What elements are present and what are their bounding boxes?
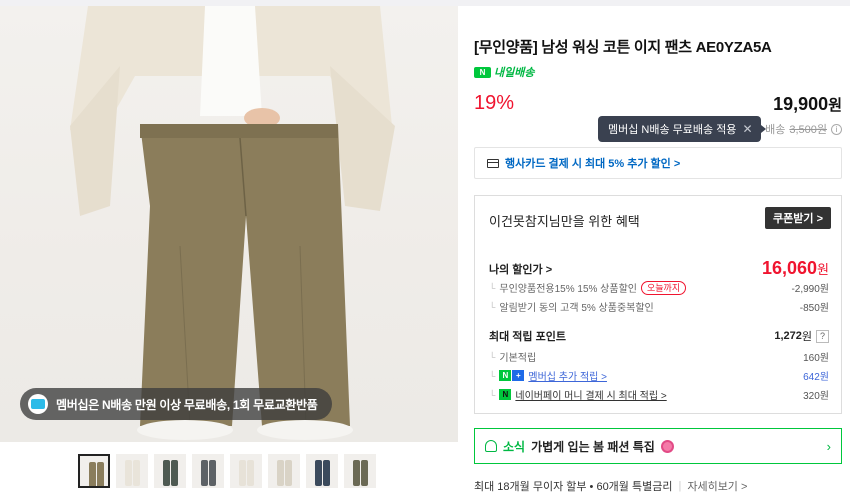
benefit-title: 이건못참지님만을 위한 혜택 (489, 214, 640, 229)
points-row: 최대 적립 포인트 1,272 원? (489, 328, 829, 344)
thumbnail-pants-shape (323, 460, 330, 486)
naverpay-points-link[interactable]: 네이버페이 머니 결제 시 최대 적립 > (515, 387, 666, 402)
thumbnail-strip (78, 454, 376, 488)
discount-row-label: 알림받기 동의 고객 5% 상품중복할인 (499, 303, 654, 314)
close-icon[interactable]: ✕ (742, 122, 752, 136)
my-discount-unit: 원 (817, 262, 829, 277)
discount-detail-row: 무인양품전용15% 15% 상품할인오늘까지 -2,990원 (489, 280, 829, 295)
membership-points-link[interactable]: 멤버십 추가 적립 > (528, 368, 607, 383)
thumbnail[interactable] (230, 454, 262, 488)
point-detail-row: 기본적립 160원 (489, 349, 829, 364)
thumbnail-pants-shape (209, 460, 216, 486)
thumbnail[interactable] (268, 454, 300, 488)
news-keyword: 소식 (503, 439, 526, 454)
thumbnail-pants-shape (133, 460, 140, 486)
shipping-prefix: 배송 (765, 124, 786, 136)
thumbnail-pants-shape (239, 460, 246, 486)
thumbnail-pants-shape (277, 460, 284, 486)
delivery-badge: N 내일배송 (474, 64, 534, 80)
bell-icon (485, 440, 497, 452)
thumbnail-pants-shape (163, 460, 170, 486)
points-value: 1,272 (774, 330, 802, 342)
my-discount-value: 16,060 (761, 258, 818, 278)
naver-pay-icon: N (499, 389, 512, 400)
points-label: 최대 적립 포인트 (489, 331, 566, 343)
installment-text: 최대 18개월 무이자 할부 • 60개월 특별금리 (474, 481, 673, 493)
card-banner-text: 행사카드 결제 시 최대 5% 추가 할인 > (505, 158, 681, 170)
help-icon[interactable]: ? (816, 329, 829, 343)
installment-details-link[interactable]: 자세히보기 > (687, 478, 747, 494)
price-unit: 원 (828, 97, 842, 114)
news-text: 가볍게 입는 봄 패션 특집 (531, 439, 655, 454)
shipping-fee: 배송 3,500원 i (765, 121, 842, 137)
my-discount-price: 16,060원 (762, 258, 829, 279)
discount-rate: 19% (474, 92, 515, 114)
point-row-label: 기본적립 (499, 353, 537, 364)
thumbnail-pants-shape (89, 462, 96, 486)
points-unit: 원 (801, 331, 812, 343)
point-row-value: 320원 (803, 391, 829, 402)
discount-row-value: -2,990원 (791, 284, 829, 295)
thumbnail[interactable] (154, 454, 186, 488)
thumbnail[interactable] (116, 454, 148, 488)
divider: | (678, 480, 682, 492)
flower-icon (660, 439, 674, 453)
thumbnail-pants-shape (353, 460, 360, 486)
thumbnail-pants-shape (201, 460, 208, 486)
today-only-tag: 오늘까지 (640, 280, 687, 295)
card-discount-banner[interactable]: 행사카드 결제 시 최대 5% 추가 할인 > (474, 147, 842, 179)
product-main-image[interactable]: 멤버십은 N배송 만원 이상 무료배송, 1회 무료교환반품 (0, 6, 458, 442)
my-discount-row: 나의 할인가 > 16,060원 (489, 258, 829, 279)
price-value: 19,900 (773, 94, 829, 114)
thumbnail-pants-shape (315, 460, 322, 486)
shipping-fee-value: 3,500원 (789, 124, 827, 136)
thumbnail[interactable] (78, 454, 110, 488)
pants-photo (70, 6, 395, 440)
point-detail-row: N네이버페이 머니 결제 시 최대 적립 > 320원 (489, 387, 829, 402)
discount-row-label: 무인양품전용15% 15% 상품할인 (499, 284, 637, 295)
point-row-value: 160원 (803, 353, 829, 364)
delivery-label: 내일배송 (494, 67, 535, 79)
n-delivery-icon: N (474, 66, 491, 78)
point-row-value: 642원 (803, 372, 829, 383)
thumbnail[interactable] (306, 454, 338, 488)
membership-plus-icon: N+ (499, 370, 525, 381)
thumbnail[interactable] (344, 454, 376, 488)
info-icon[interactable]: i (831, 123, 842, 135)
my-discount-label[interactable]: 나의 할인가 > (489, 261, 552, 277)
get-coupon-button[interactable]: 쿠폰받기 > (765, 207, 831, 229)
thumbnail-pants-shape (285, 460, 292, 486)
free-shipping-tooltip: 멤버십 N배송 무료배송 적용 ✕ (598, 116, 765, 142)
point-detail-row: N+멤버십 추가 적립 > 642원 (489, 368, 829, 383)
thumbnail-pants-shape (247, 460, 254, 486)
tooltip-text: 멤버십 N배송 무료배송 적용 (608, 124, 737, 136)
credit-card-icon (487, 158, 499, 168)
thumbnail[interactable] (192, 454, 224, 488)
installment-info: 최대 18개월 무이자 할부 • 60개월 특별금리 | 자세히보기 > (474, 478, 747, 494)
product-info-panel: [무인양품] 남성 워싱 코튼 이지 팬츠 AE0YZA5A N 내일배송 19… (474, 0, 844, 500)
thumbnail-pants-shape (361, 460, 368, 486)
points-total: 1,272 원? (774, 328, 829, 344)
thumbnail-pants-shape (97, 462, 104, 486)
thumbnail-pants-shape (171, 460, 178, 486)
discount-detail-row: 알림받기 동의 고객 5% 상품중복할인 -850원 (489, 299, 829, 314)
news-banner[interactable]: 소식 가볍게 입는 봄 패션 특집 › (474, 428, 842, 464)
membership-promo-pill: 멤버십은 N배송 만원 이상 무료배송, 1회 무료교환반품 (20, 388, 332, 420)
promo-text: 멤버십은 N배송 만원 이상 무료배송, 1회 무료교환반품 (56, 397, 318, 412)
sale-price: 19,900원 (773, 94, 842, 115)
thumbnail-pants-shape (125, 460, 132, 486)
product-title: [무인양품] 남성 워싱 코튼 이지 팬츠 AE0YZA5A (474, 39, 772, 56)
discount-row-value: -850원 (799, 303, 829, 314)
delivery-truck-icon (28, 394, 48, 414)
chevron-right-icon: › (826, 439, 831, 454)
member-benefit-box: 이건못참지님만을 위한 혜택 쿠폰받기 > 나의 할인가 > 16,060원 무… (474, 195, 842, 414)
